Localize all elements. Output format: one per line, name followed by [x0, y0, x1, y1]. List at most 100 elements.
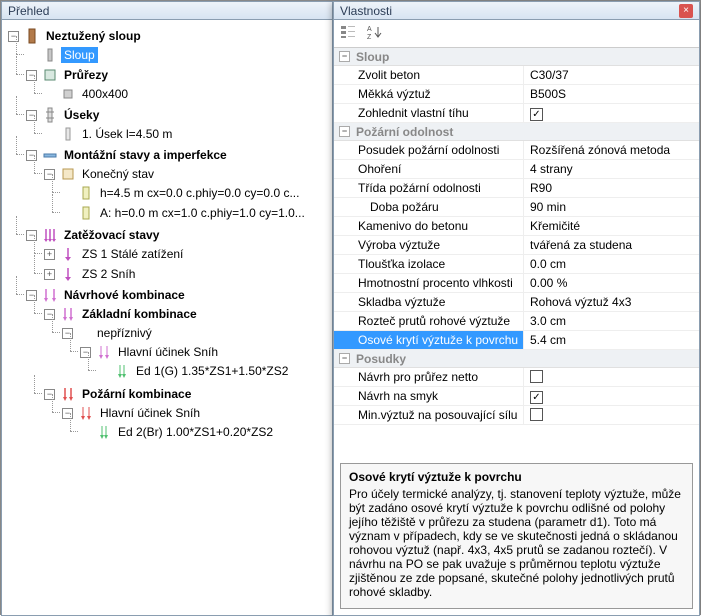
prop-key: Zohlednit vlastní tíhu: [334, 104, 524, 122]
tree-item-kst[interactable]: h=4.5 m cx=0.0 c.phiy=0.0 cy=0.0 c...: [62, 184, 332, 202]
prop-value[interactable]: 4 strany: [524, 160, 699, 178]
prop-row-production[interactable]: Výroba výztuže tvářená za studena: [334, 236, 699, 255]
prop-key: Třída požární odolnosti: [334, 179, 524, 197]
prop-value[interactable]: ✓: [524, 104, 699, 122]
collapse-icon[interactable]: −: [339, 353, 350, 364]
properties-grid[interactable]: − Sloup Zvolit beton C30/37 Měkká výztuž…: [334, 47, 699, 465]
prop-value[interactable]: C30/37: [524, 66, 699, 84]
prop-value[interactable]: 90 min: [524, 198, 699, 216]
properties-toolbar: AZ: [334, 20, 699, 47]
collapse-icon[interactable]: −: [44, 389, 55, 400]
prop-row-minreinf[interactable]: Min.výztuž na posouvající sílu: [334, 406, 699, 425]
collapse-icon[interactable]: −: [62, 408, 73, 419]
tree-item-zatezovaci[interactable]: − Zatěžovací stavy: [26, 226, 332, 244]
collapse-icon[interactable]: −: [339, 51, 350, 62]
tree-item-hlavni[interactable]: − Hlavní účinek Sníh: [62, 404, 332, 422]
tree-item-zs[interactable]: + ZS 1 Stálé zatížení: [44, 245, 332, 263]
prop-value[interactable]: 3.0 cm: [524, 312, 699, 330]
prop-row-selfweight[interactable]: Zohlednit vlastní tíhu ✓: [334, 104, 699, 123]
collapse-icon[interactable]: −: [44, 309, 55, 320]
prop-value[interactable]: [524, 406, 699, 424]
collapse-icon[interactable]: −: [26, 290, 37, 301]
prop-row-layout[interactable]: Skladba výztuže Rohová výztuž 4x3: [334, 293, 699, 312]
checkbox-unchecked-icon[interactable]: [530, 408, 543, 421]
collapse-icon[interactable]: −: [80, 347, 91, 358]
prop-key: Rozteč prutů rohové výztuže: [334, 312, 524, 330]
collapse-icon[interactable]: −: [26, 70, 37, 81]
property-description: Osové krytí výztuže k povrchu Pro účely …: [340, 463, 693, 609]
prop-key: Doba požáru: [334, 198, 524, 216]
prop-row-aggregate[interactable]: Kamenivo do betonu Křemičité: [334, 217, 699, 236]
collapse-icon[interactable]: −: [44, 169, 55, 180]
prop-value[interactable]: Rohová výztuž 4x3: [524, 293, 699, 311]
prop-value[interactable]: 5.4 cm: [524, 331, 699, 349]
tree-item-navrhove[interactable]: − Návrhové kombinace: [26, 286, 332, 304]
prop-key: Ohoření: [334, 160, 524, 178]
collapse-icon[interactable]: −: [26, 110, 37, 121]
group-label: Požární odolnost: [356, 125, 453, 139]
prop-value[interactable]: [524, 368, 699, 386]
segments-icon: [42, 107, 58, 123]
tree-item-section[interactable]: 400x400: [44, 85, 332, 103]
tree-label: Ed 2(Br) 1.00*ZS1+0.20*ZS2: [115, 424, 276, 440]
tree-item-hlavni[interactable]: − Hlavní účinek Sníh: [80, 343, 332, 361]
tree-item-zs[interactable]: + ZS 2 Sníh: [44, 265, 332, 283]
tree-item-useky[interactable]: − Úseky: [26, 106, 332, 124]
description-body: Pro účely termické analýzy, tj. stanoven…: [349, 487, 684, 599]
collapse-icon[interactable]: −: [26, 230, 37, 241]
prop-group-header[interactable]: − Sloup: [334, 48, 699, 66]
tree-label: 400x400: [79, 86, 131, 102]
prop-row-netto[interactable]: Návrh pro průřez netto: [334, 368, 699, 387]
prop-value[interactable]: B500S: [524, 85, 699, 103]
tree-item-ed[interactable]: Ed 1(G) 1.35*ZS1+1.50*ZS2: [98, 362, 332, 380]
prop-row-fireclass[interactable]: Třída požární odolnosti R90: [334, 179, 699, 198]
prop-row-concrete[interactable]: Zvolit beton C30/37: [334, 66, 699, 85]
prop-row-insulation[interactable]: Tloušťka izolace 0.0 cm: [334, 255, 699, 274]
tree-root[interactable]: − Neztužený sloup: [8, 27, 332, 45]
checkbox-unchecked-icon[interactable]: [530, 370, 543, 383]
tree-label: Hlavní účinek Sníh: [115, 344, 221, 360]
collapse-icon[interactable]: −: [8, 31, 19, 42]
tree-item-usek[interactable]: 1. Úsek l=4.50 m: [44, 125, 332, 143]
prop-value[interactable]: Křemičité: [524, 217, 699, 235]
expand-icon[interactable]: +: [44, 249, 55, 260]
tree-item-ed[interactable]: Ed 2(Br) 1.00*ZS1+0.20*ZS2: [80, 423, 332, 441]
tree-item-montazni[interactable]: − Montážní stavy a imperfekce: [26, 146, 332, 164]
prop-value[interactable]: 0.0 cm: [524, 255, 699, 273]
tree-item-kst[interactable]: A: h=0.0 m cx=1.0 c.phiy=1.0 cy=1.0...: [62, 204, 332, 222]
segment-icon: [60, 126, 76, 142]
states-icon: [42, 147, 58, 163]
tree-item-sloup[interactable]: Sloup: [26, 46, 332, 64]
prop-row-spacing[interactable]: Rozteč prutů rohové výztuže 3.0 cm: [334, 312, 699, 331]
prop-group-header[interactable]: − Posudky: [334, 350, 699, 368]
prop-row-charring[interactable]: Ohoření 4 strany: [334, 160, 699, 179]
categorized-icon[interactable]: [340, 24, 356, 43]
prop-row-shear[interactable]: Návrh na smyk ✓: [334, 387, 699, 406]
prop-value[interactable]: R90: [524, 179, 699, 197]
fire-combo-icon: [60, 386, 76, 402]
tree-item-konecny[interactable]: − Konečný stav: [44, 165, 332, 183]
prop-value[interactable]: Rozšířená zónová metoda: [524, 141, 699, 159]
close-button[interactable]: ×: [679, 4, 693, 18]
collapse-icon[interactable]: −: [26, 150, 37, 161]
tree-item-prurezy[interactable]: − Průřezy: [26, 66, 332, 84]
collapse-icon[interactable]: −: [339, 126, 350, 137]
prop-row-reinforcement[interactable]: Měkká výztuž B500S: [334, 85, 699, 104]
tree-item-zakladni[interactable]: − Základní kombinace: [44, 305, 332, 323]
tree-view[interactable]: − Neztužený sloup Sloup: [2, 20, 332, 613]
tree-item-pozarni[interactable]: − Požární kombinace: [44, 385, 332, 403]
checkbox-checked-icon[interactable]: ✓: [530, 391, 543, 404]
prop-row-fireduration[interactable]: Doba požáru 90 min: [334, 198, 699, 217]
checkbox-checked-icon[interactable]: ✓: [530, 108, 543, 121]
prop-row-axialcover[interactable]: Osové krytí výztuže k povrchu 5.4 cm: [334, 331, 699, 350]
tree-item-nepriznivy[interactable]: − nepříznivý: [62, 324, 332, 342]
prop-value[interactable]: 0.00 %: [524, 274, 699, 292]
prop-row-assessment[interactable]: Posudek požární odolnosti Rozšířená zóno…: [334, 141, 699, 160]
prop-row-moisture[interactable]: Hmotnostní procento vlhkosti 0.00 %: [334, 274, 699, 293]
prop-value[interactable]: ✓: [524, 387, 699, 405]
collapse-icon[interactable]: −: [62, 328, 73, 339]
expand-icon[interactable]: +: [44, 269, 55, 280]
prop-value[interactable]: tvářená za studena: [524, 236, 699, 254]
prop-group-header[interactable]: − Požární odolnost: [334, 123, 699, 141]
alpha-sort-icon[interactable]: AZ: [366, 24, 382, 43]
